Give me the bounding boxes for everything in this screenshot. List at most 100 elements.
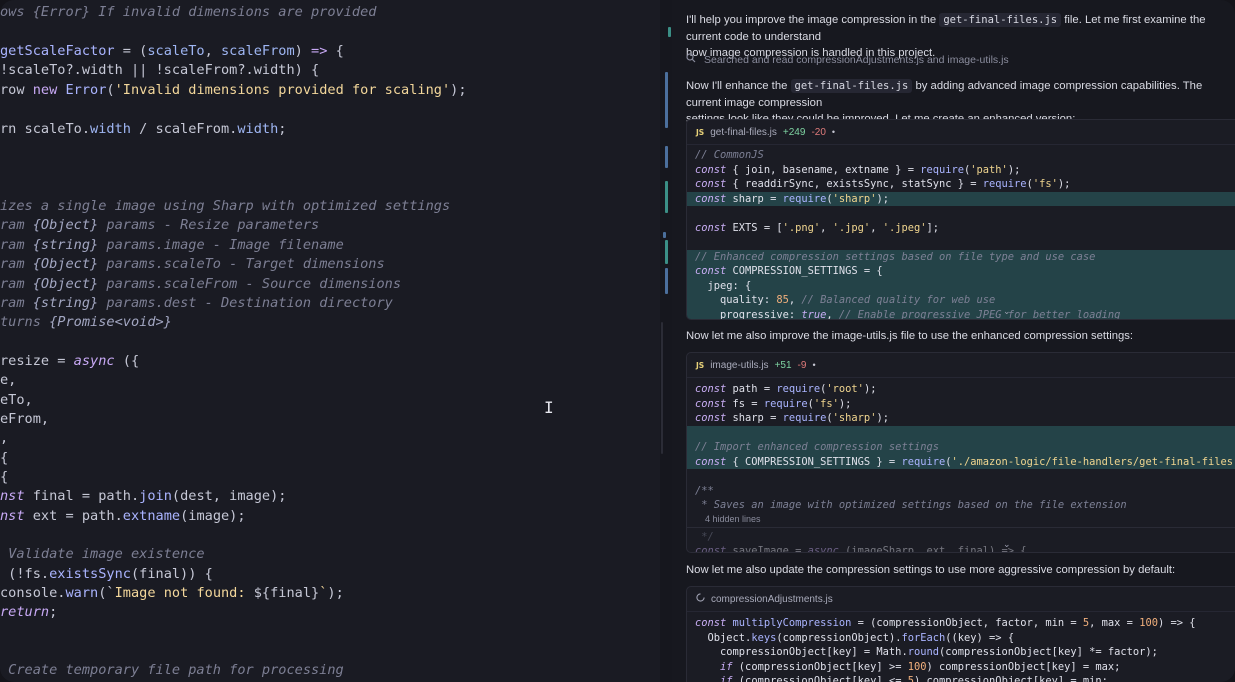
code-token: 'root' bbox=[826, 383, 864, 395]
diff-marker bbox=[668, 27, 671, 37]
code-line: eFrom, bbox=[0, 410, 49, 429]
code-editor[interactable]: ows {Error} If invalid dimensions are pr… bbox=[0, 0, 660, 682]
code-token: const bbox=[695, 455, 727, 468]
code-line: const sharp = require('sharp'); bbox=[687, 191, 1235, 206]
code-token: /** bbox=[695, 484, 714, 497]
code-token: join bbox=[139, 488, 172, 504]
code-diff-card[interactable]: JS image-utils.js +51 -9 • const path = … bbox=[686, 352, 1235, 553]
code-line: nst ext = path.extname(image); bbox=[0, 507, 246, 526]
code-token: ); bbox=[876, 192, 889, 205]
code-card-header[interactable]: compressionAdjustments.js bbox=[687, 587, 1235, 612]
code-token: fs = bbox=[726, 397, 764, 410]
code-token: (compressionObject[key] <= bbox=[732, 675, 908, 682]
code-card-body: */const saveImage = async (imageSharp, e… bbox=[687, 530, 1235, 553]
code-line: Object.keys(compressionObject).forEach((… bbox=[687, 631, 1235, 646]
scrollbar-thumb[interactable] bbox=[661, 322, 663, 454]
javascript-file-icon: JS bbox=[696, 360, 705, 370]
code-line: const saveImage = async (imageSharp, ext… bbox=[687, 544, 1235, 553]
code-token: // Enhanced compression settings based o… bbox=[695, 250, 1096, 263]
code-token: row bbox=[0, 82, 33, 98]
code-token: const bbox=[695, 617, 727, 629]
code-token: Error bbox=[65, 82, 107, 98]
code-line: resize = async ({ bbox=[0, 352, 139, 371]
lines-added-count: +51 bbox=[774, 359, 792, 371]
hidden-lines-toggle[interactable]: 4 hidden lines bbox=[687, 513, 1235, 525]
code-line: const { COMPRESSION_SETTINGS } = require… bbox=[687, 454, 1235, 469]
code-diff-card[interactable]: JS get-final-files.js +249 -20 • // Comm… bbox=[686, 119, 1235, 320]
chevron-down-icon[interactable]: ⌄ bbox=[1003, 306, 1011, 317]
code-line: { bbox=[0, 468, 8, 487]
code-line: ram {Object} params - Resize parameters bbox=[0, 216, 319, 235]
code-token: COMPRESSION_SETTINGS = { bbox=[726, 265, 883, 277]
code-token: (` bbox=[98, 585, 115, 601]
code-token: scaleFrom bbox=[221, 43, 295, 59]
code-token: require bbox=[782, 192, 827, 205]
code-line: const sharp = require('sharp'); bbox=[687, 411, 1235, 426]
code-token: ; bbox=[49, 604, 58, 620]
code-card-body: const path = require('root'); const fs = … bbox=[687, 378, 1235, 513]
code-token: Validate image existence bbox=[0, 546, 205, 562]
code-token: { join, basename, extname } = bbox=[726, 163, 921, 176]
search-activity-label: Searched and read compressionAdjustments… bbox=[704, 53, 1009, 66]
code-card-header[interactable]: JS image-utils.js +51 -9 • bbox=[687, 353, 1235, 378]
code-token: ram bbox=[0, 276, 33, 292]
code-token: rn scaleTo. bbox=[0, 121, 91, 137]
assistant-chat-panel: I'll help you improve the image compress… bbox=[672, 0, 1235, 682]
search-activity[interactable]: Searched and read compressionAdjustments… bbox=[686, 53, 1009, 66]
loading-spinner-icon bbox=[696, 593, 705, 605]
code-token: const bbox=[695, 383, 727, 395]
code-token: require bbox=[982, 178, 1027, 190]
file-name-code: get-final-files.js bbox=[790, 79, 913, 93]
code-token: , bbox=[204, 43, 221, 59]
code-line: const { join, basename, extname } = requ… bbox=[687, 163, 1235, 178]
assistant-message-update: Now let me also update the compression s… bbox=[686, 564, 1176, 576]
code-token: ext = path. bbox=[24, 508, 123, 524]
code-card-header[interactable]: JS get-final-files.js +249 -20 • bbox=[687, 120, 1235, 145]
code-token: async bbox=[807, 545, 839, 553]
code-token: existsSync bbox=[49, 566, 131, 582]
code-token: warn bbox=[65, 585, 99, 601]
code-line: !scaleTo?.width || !scaleFrom?.width) { bbox=[0, 61, 319, 80]
code-token: const bbox=[695, 545, 727, 553]
code-token: ram bbox=[0, 256, 33, 272]
code-token: turns bbox=[0, 314, 50, 330]
code-token: = (compressionObject, factor, min = bbox=[851, 617, 1083, 629]
code-token: require bbox=[782, 412, 827, 424]
code-line: getScaleFactor = (scaleTo, scaleFrom) =>… bbox=[0, 42, 344, 61]
code-token: require bbox=[763, 397, 808, 410]
code-line: ram {Object} params.scaleTo - Target dim… bbox=[0, 255, 385, 274]
code-line: row new Error('Invalid dimensions provid… bbox=[0, 81, 467, 100]
diff-marker bbox=[665, 240, 668, 264]
code-token: new bbox=[32, 82, 58, 98]
code-line: */ bbox=[687, 530, 1235, 545]
code-token: params.scaleFrom - Source dimensions bbox=[98, 276, 402, 292]
code-token: , bbox=[788, 294, 802, 306]
chevron-down-icon[interactable]: ⌄ bbox=[1003, 539, 1011, 550]
code-token: eFrom, bbox=[0, 411, 50, 427]
code-token: ]; bbox=[926, 221, 940, 234]
code-line: turns {Promise<void>} bbox=[0, 313, 172, 332]
code-token: console. bbox=[0, 585, 66, 601]
code-token: (compressionObject). bbox=[776, 631, 902, 644]
code-line: ram {string} params.dest - Destination d… bbox=[0, 294, 393, 313]
code-line: progressive: true, // Enable progressive… bbox=[687, 307, 1235, 319]
text-cursor-icon: I bbox=[544, 398, 554, 417]
code-token: path = bbox=[726, 383, 777, 395]
code-token: {Object} bbox=[32, 256, 99, 272]
code-line: compressionObject[key] = Math.round(comp… bbox=[687, 645, 1235, 660]
code-token: require bbox=[920, 163, 965, 176]
code-token: (dest, image); bbox=[171, 488, 287, 504]
divider bbox=[687, 526, 1235, 528]
lines-removed-count: -9 bbox=[797, 359, 807, 371]
unsaved-dot: • bbox=[831, 127, 836, 137]
code-diff-card[interactable]: compressionAdjustments.js const multiply… bbox=[686, 586, 1235, 682]
code-line: nst final = path.join(dest, image); bbox=[0, 487, 286, 506]
code-line: const { readdirSync, existsSync, statSyn… bbox=[687, 177, 1235, 192]
code-line: // CommonJS bbox=[687, 148, 1235, 163]
code-token: '.jpg' bbox=[832, 221, 871, 234]
